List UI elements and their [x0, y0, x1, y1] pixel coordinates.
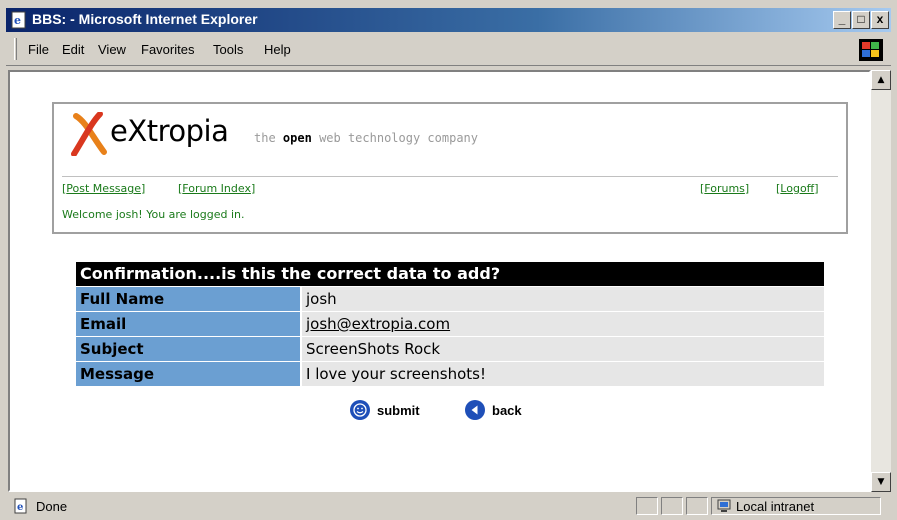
windows-flag-icon	[859, 39, 883, 61]
row-value: I love your screenshots!	[302, 362, 824, 386]
tagline-bold: open	[282, 131, 312, 145]
back-label: back	[492, 402, 522, 418]
title-bar: e BBS: - Microsoft Internet Explorer _ □…	[6, 8, 891, 32]
tagline-prefix: the	[254, 131, 276, 145]
forums-link[interactable]: Forums	[704, 182, 745, 195]
row-label: Email	[76, 312, 300, 336]
forum-header-box: eXtropia the open web technology company…	[52, 102, 848, 234]
row-label: Subject	[76, 337, 300, 361]
submit-button[interactable]: submit	[350, 400, 420, 420]
confirmation-heading: Confirmation....is this the correct data…	[76, 262, 824, 286]
zone-text: Local intranet	[736, 499, 815, 514]
welcome-message: Welcome josh! You are logged in.	[62, 208, 245, 221]
email-link[interactable]: josh@extropia.com	[302, 312, 824, 336]
minimize-button[interactable]: _	[833, 11, 851, 29]
row-label: Message	[76, 362, 300, 386]
back-button[interactable]: back	[465, 400, 522, 420]
table-row: Email josh@extropia.com	[76, 312, 824, 336]
menu-tools[interactable]: Tools	[213, 42, 243, 57]
status-cell	[686, 497, 708, 515]
table-row: Subject ScreenShots Rock	[76, 337, 824, 361]
tagline: the open web technology company	[254, 131, 478, 145]
ie-page-icon: e	[11, 11, 26, 29]
confirmation-table: Confirmation....is this the correct data…	[76, 262, 824, 386]
vertical-scrollbar[interactable]: ▲ ▼	[871, 70, 891, 492]
submit-label: submit	[377, 402, 420, 418]
table-row: Message I love your screenshots!	[76, 362, 824, 386]
close-button[interactable]: x	[871, 11, 889, 29]
forums-link-wrap: [Forums]	[700, 182, 750, 195]
menu-help[interactable]: Help	[264, 42, 291, 57]
status-cell	[661, 497, 683, 515]
window-title: BBS: - Microsoft Internet Explorer	[32, 11, 258, 27]
row-value: josh	[302, 287, 824, 311]
menu-file[interactable]: File	[28, 42, 49, 57]
table-row: Full Name josh	[76, 287, 824, 311]
post-message-link-wrap: [Post Message]	[62, 182, 146, 195]
header-divider	[62, 176, 838, 177]
status-bar: e Done Local intranet	[6, 495, 891, 517]
browser-window: e BBS: - Microsoft Internet Explorer _ □…	[0, 0, 897, 520]
page-icon: e	[14, 498, 27, 514]
svg-text:e: e	[17, 502, 23, 513]
scroll-up-button[interactable]: ▲	[871, 70, 891, 90]
extropia-logo-icon	[71, 112, 107, 156]
back-arrow-icon	[465, 400, 485, 420]
menu-favorites[interactable]: Favorites	[141, 42, 194, 57]
intranet-icon	[717, 499, 731, 512]
smiley-icon	[350, 400, 370, 420]
menu-view[interactable]: View	[98, 42, 126, 57]
svg-text:e: e	[14, 14, 21, 27]
tagline-suffix: web technology company	[319, 131, 479, 145]
status-cell	[636, 497, 658, 515]
logoff-link-wrap: [Logoff]	[776, 182, 819, 195]
forum-index-link[interactable]: Forum Index	[182, 182, 251, 195]
logoff-link[interactable]: Logoff	[780, 182, 814, 195]
page-viewport: eXtropia the open web technology company…	[8, 70, 871, 492]
scroll-down-button[interactable]: ▼	[871, 472, 891, 492]
logo-text: eXtropia	[110, 114, 229, 148]
row-value: ScreenShots Rock	[302, 337, 824, 361]
menu-edit[interactable]: Edit	[62, 42, 84, 57]
toolbar-grip[interactable]	[14, 38, 17, 60]
maximize-button[interactable]: □	[852, 11, 870, 29]
post-message-link[interactable]: Post Message	[66, 182, 141, 195]
row-label: Full Name	[76, 287, 300, 311]
status-text: Done	[36, 499, 68, 514]
forum-index-link-wrap: [Forum Index]	[178, 182, 256, 195]
menu-bar: File Edit View Favorites Tools Help	[6, 34, 891, 66]
